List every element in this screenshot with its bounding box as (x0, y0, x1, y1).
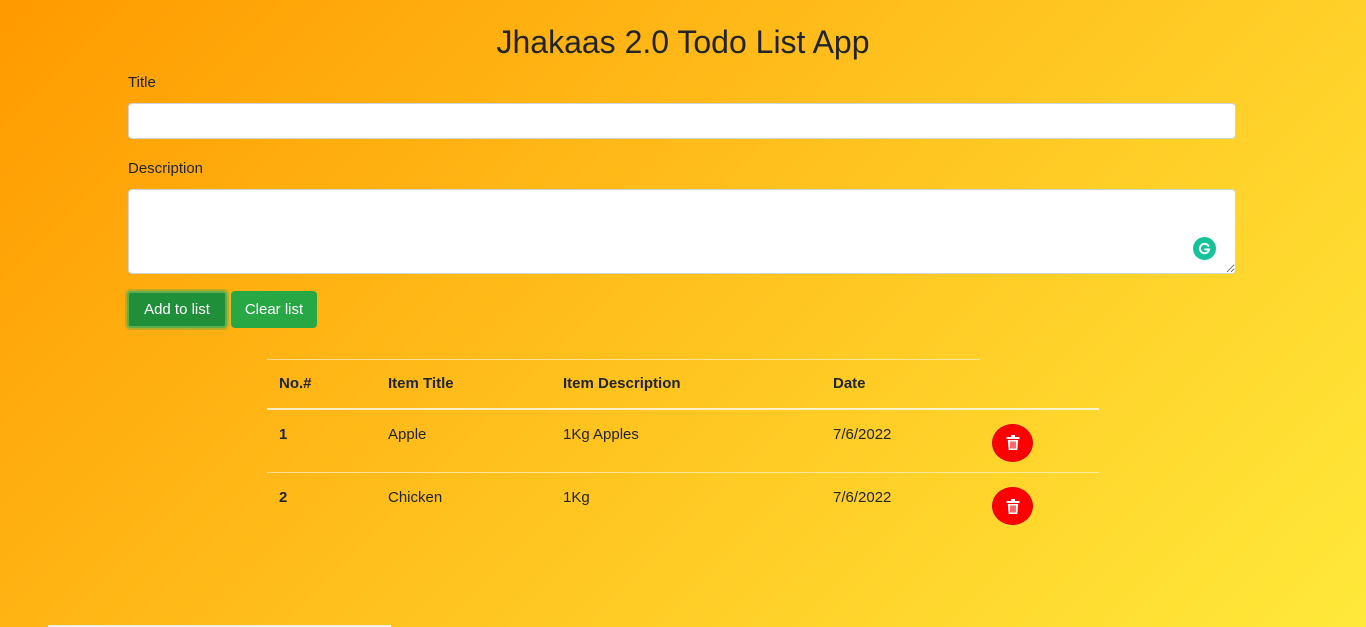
row-item-description: 1Kg (563, 489, 590, 506)
row-item-description: 1Kg Apples (551, 408, 821, 473)
header-number: No.# (267, 359, 376, 410)
row-item-title: Chicken (388, 489, 443, 506)
row-number: 2 (279, 489, 288, 506)
add-to-list-button[interactable]: Add to list (127, 291, 227, 328)
row-date: 7/6/2022 (833, 489, 892, 506)
trash-icon (1006, 435, 1019, 450)
table-header-row: No.# Item Title Item Description Date (267, 359, 1099, 410)
header-item-title: Item Title (376, 359, 551, 410)
row-number: 1 (267, 408, 376, 473)
row-actions (980, 408, 1099, 473)
title-label: Title (128, 74, 156, 91)
page-title: Jhakaas 2.0 Todo List App (496, 24, 870, 60)
delete-button[interactable] (992, 423, 1033, 462)
todo-table: No.# Item Title Item Description Date 1 … (267, 359, 1099, 537)
table-row: 1 Apple 1Kg Apples 7/6/2022 (267, 408, 1099, 473)
description-label: Description (128, 160, 204, 177)
description-input[interactable] (128, 189, 1236, 274)
row-date: 7/6/2022 (821, 408, 980, 473)
delete-button[interactable] (992, 487, 1033, 525)
title-input[interactable] (128, 103, 1236, 139)
header-date: Date (821, 359, 980, 410)
grammarly-icon[interactable] (1193, 237, 1216, 260)
trash-icon (1006, 498, 1019, 514)
row-item-title: Apple (376, 408, 551, 473)
clear-list-button[interactable]: Clear list (231, 291, 317, 328)
header-item-description: Item Description (551, 359, 821, 410)
row-actions (980, 473, 1099, 537)
header-actions (980, 359, 1099, 410)
table-row: 2 Chicken 1Kg 7/6/2022 (267, 473, 1099, 537)
